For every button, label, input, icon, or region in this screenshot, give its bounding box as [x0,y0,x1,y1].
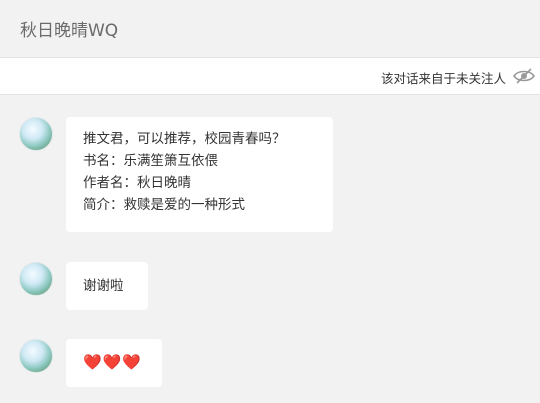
hearts-emoji: ❤️❤️❤️ [83,353,143,371]
chat-title: 秋日晚晴WQ [20,21,119,41]
avatar[interactable] [19,262,53,296]
message-text: 作者名：秋日晚晴 [83,175,191,191]
message-bubble: 谢谢啦 [66,262,148,310]
avatar[interactable] [19,117,53,151]
message-text: 简介：救赎是爱的一种形式 [83,197,245,213]
message-bubble: 推文君，可以推荐，校园青春吗？ 书名：乐满笙箫互依偎 作者名：秋日晚晴 简介：救… [66,117,333,232]
notice-bar: 该对话来自于未关注人 [0,57,540,95]
message-text: 书名：乐满笙箫互依偎 [83,153,218,169]
message-text: 谢谢啦 [83,278,124,294]
notice-text: 该对话来自于未关注人 [380,71,506,86]
chat-header: 秋日晚晴WQ [0,0,540,57]
message-bubble: ❤️❤️❤️ [66,339,162,387]
avatar[interactable] [19,339,53,373]
message-text: 推文君，可以推荐，校园青春吗？ [83,131,286,147]
eye-off-icon[interactable] [513,68,535,84]
